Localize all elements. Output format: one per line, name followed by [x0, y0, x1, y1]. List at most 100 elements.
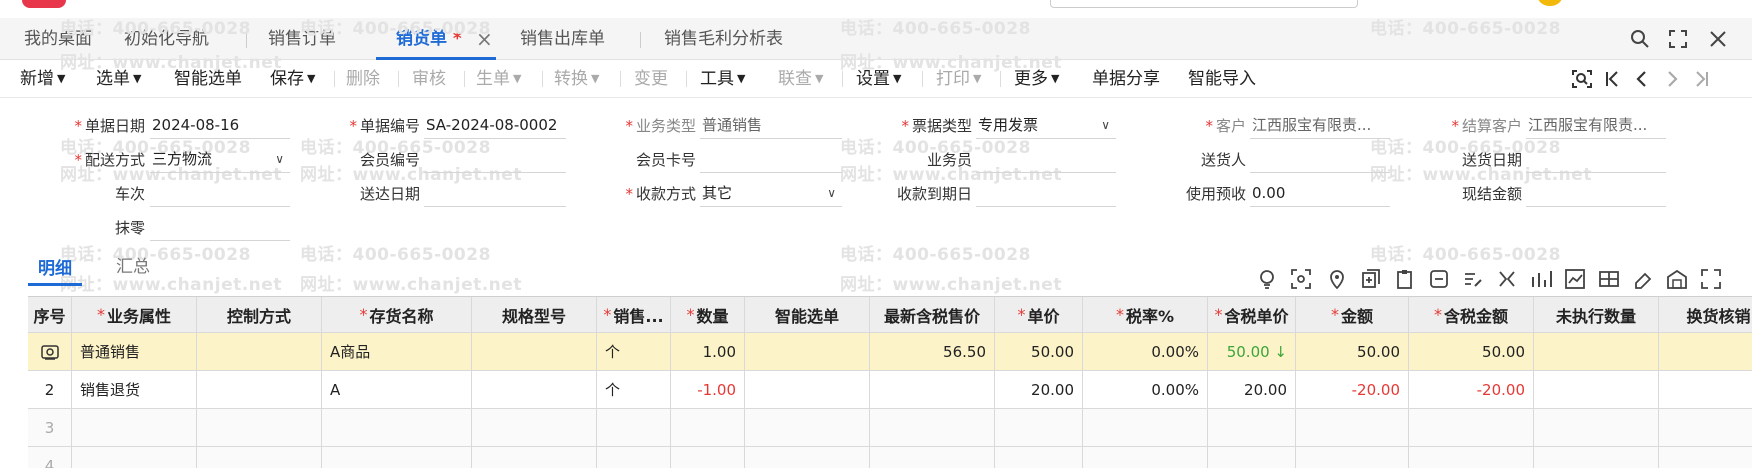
- save-button[interactable]: 保存 ▼: [270, 60, 315, 98]
- cell-price[interactable]: 50.00: [995, 333, 1083, 371]
- scan-search-icon[interactable]: [1570, 67, 1594, 91]
- smart-select-button[interactable]: 智能选单: [174, 60, 242, 98]
- cell-empty[interactable]: [1659, 447, 1752, 468]
- cell-empty[interactable]: [1083, 447, 1208, 468]
- sender-field[interactable]: [1250, 147, 1390, 173]
- cell-empty[interactable]: [1659, 409, 1752, 447]
- member-no-field[interactable]: [424, 147, 566, 173]
- cell-latest-price[interactable]: 56.50: [870, 333, 995, 371]
- cell-tax-amount[interactable]: -20.00: [1409, 371, 1534, 409]
- cell-amount[interactable]: -20.00: [1296, 371, 1409, 409]
- scan-icon[interactable]: [1290, 268, 1312, 290]
- cell-pending-qty[interactable]: [1534, 371, 1659, 409]
- train-field[interactable]: [150, 181, 290, 207]
- cell-empty[interactable]: [197, 409, 322, 447]
- cell-empty[interactable]: [597, 409, 671, 447]
- generate-button[interactable]: 生单 ▼: [476, 60, 521, 98]
- cell-amount[interactable]: 50.00: [1296, 333, 1409, 371]
- search-icon[interactable]: [1628, 27, 1652, 51]
- add-button[interactable]: 新增 ▼: [20, 60, 65, 98]
- customer-field[interactable]: 江西服宝有限责...: [1250, 113, 1390, 139]
- expand-icon[interactable]: [1700, 268, 1722, 290]
- cell-empty[interactable]: [72, 447, 197, 468]
- edit-list-icon[interactable]: [1462, 268, 1484, 290]
- layout-icon[interactable]: [1598, 268, 1620, 290]
- cell-empty[interactable]: [472, 447, 597, 468]
- delete-button[interactable]: 删除: [346, 60, 380, 98]
- cell-tax-rate[interactable]: 0.00%: [1083, 333, 1208, 371]
- salesman-field[interactable]: [976, 147, 1116, 173]
- paste-icon[interactable]: [1394, 268, 1416, 290]
- tab-sales-invoice[interactable]: 销货单 *: [376, 18, 496, 60]
- review-button[interactable]: 审核: [412, 60, 446, 98]
- warehouse-icon[interactable]: [1666, 268, 1688, 290]
- split-icon[interactable]: [1496, 268, 1518, 290]
- cell-empty[interactable]: [1296, 409, 1409, 447]
- cell-empty[interactable]: [1296, 447, 1409, 468]
- tab-sales-order[interactable]: 销售订单: [268, 18, 336, 60]
- last-record-icon[interactable]: [1690, 67, 1714, 91]
- member-card-field[interactable]: [700, 147, 842, 173]
- cell-qty[interactable]: 1.00: [671, 333, 745, 371]
- cell-biz-attr[interactable]: 普通销售: [72, 333, 197, 371]
- tab-sales-outbound[interactable]: 销售出库单: [520, 18, 605, 60]
- close-icon[interactable]: ×: [476, 18, 493, 60]
- table-row[interactable]: 普通销售 A商品 个 1.00 56.50 50.00 0.00% 50.00 …: [28, 333, 1752, 371]
- more-button[interactable]: 更多 ▼: [1014, 60, 1059, 98]
- close-window-icon[interactable]: [1706, 27, 1730, 51]
- cell-empty[interactable]: [745, 447, 870, 468]
- cell-latest-price[interactable]: [870, 371, 995, 409]
- row-settings-icon[interactable]: [28, 333, 72, 371]
- location-icon[interactable]: [1326, 268, 1348, 290]
- cell-empty[interactable]: [671, 447, 745, 468]
- settings-button[interactable]: 设置 ▼: [856, 60, 901, 98]
- share-button[interactable]: 单据分享: [1092, 60, 1160, 98]
- cell-empty[interactable]: [1534, 447, 1659, 468]
- cell-empty[interactable]: [1083, 409, 1208, 447]
- cash-amount-field[interactable]: [1526, 181, 1666, 207]
- arrival-date-field[interactable]: [424, 181, 566, 207]
- cell-control[interactable]: [197, 333, 322, 371]
- cell-qty[interactable]: -1.00: [671, 371, 745, 409]
- select-button[interactable]: 选单 ▼: [96, 60, 141, 98]
- doc-date-field[interactable]: 2024-08-16: [150, 113, 290, 139]
- tab-init-nav[interactable]: 初始化导航: [124, 18, 209, 60]
- cell-empty[interactable]: [322, 409, 472, 447]
- cell-empty[interactable]: [870, 409, 995, 447]
- trend-icon[interactable]: [1564, 268, 1586, 290]
- delete-row-icon[interactable]: [1428, 268, 1450, 290]
- cell-empty[interactable]: [197, 447, 322, 468]
- doc-no-field[interactable]: SA-2024-08-0002: [424, 113, 566, 139]
- tab-desktop[interactable]: 我的桌面: [24, 18, 92, 60]
- cell-empty[interactable]: [1534, 409, 1659, 447]
- cell-price[interactable]: 20.00: [995, 371, 1083, 409]
- table-row[interactable]: 4: [28, 447, 1752, 468]
- delivery-date-field[interactable]: [1526, 147, 1666, 173]
- cell-empty[interactable]: [1409, 409, 1534, 447]
- cell-item-name[interactable]: A商品: [322, 333, 472, 371]
- chart-icon[interactable]: [1530, 268, 1552, 290]
- cell-empty[interactable]: [671, 409, 745, 447]
- prev-record-icon[interactable]: [1630, 67, 1654, 91]
- cell-pending-qty[interactable]: [1534, 333, 1659, 371]
- cell-unit[interactable]: 个: [597, 371, 671, 409]
- settle-customer-field[interactable]: 江西服宝有限责...: [1526, 113, 1666, 139]
- due-date-field[interactable]: [976, 181, 1116, 207]
- print-button[interactable]: 打印 ▼: [936, 60, 981, 98]
- cell-empty[interactable]: [870, 447, 995, 468]
- global-search-input[interactable]: [1050, 0, 1358, 8]
- cell-empty[interactable]: [745, 409, 870, 447]
- tab-summary[interactable]: 汇总: [116, 252, 150, 282]
- next-record-icon[interactable]: [1660, 67, 1684, 91]
- bulb-icon[interactable]: [1256, 268, 1278, 290]
- tools-button[interactable]: 工具 ▼: [700, 60, 745, 98]
- tab-gross-profit[interactable]: 销售毛利分析表: [664, 18, 783, 60]
- cell-tax-price[interactable]: 20.00: [1208, 371, 1296, 409]
- cell-exchange[interactable]: [1659, 371, 1752, 409]
- cell-empty[interactable]: [1208, 447, 1296, 468]
- eraser-icon[interactable]: [1632, 268, 1654, 290]
- cell-tax-rate[interactable]: 0.00%: [1083, 371, 1208, 409]
- prepay-field[interactable]: 0.00: [1250, 181, 1390, 207]
- table-row[interactable]: 2 销售退货 A 个 -1.00 20.00 0.00% 20.00 -20.0…: [28, 371, 1752, 409]
- payment-method-select[interactable]: 其它 ∨: [700, 181, 842, 207]
